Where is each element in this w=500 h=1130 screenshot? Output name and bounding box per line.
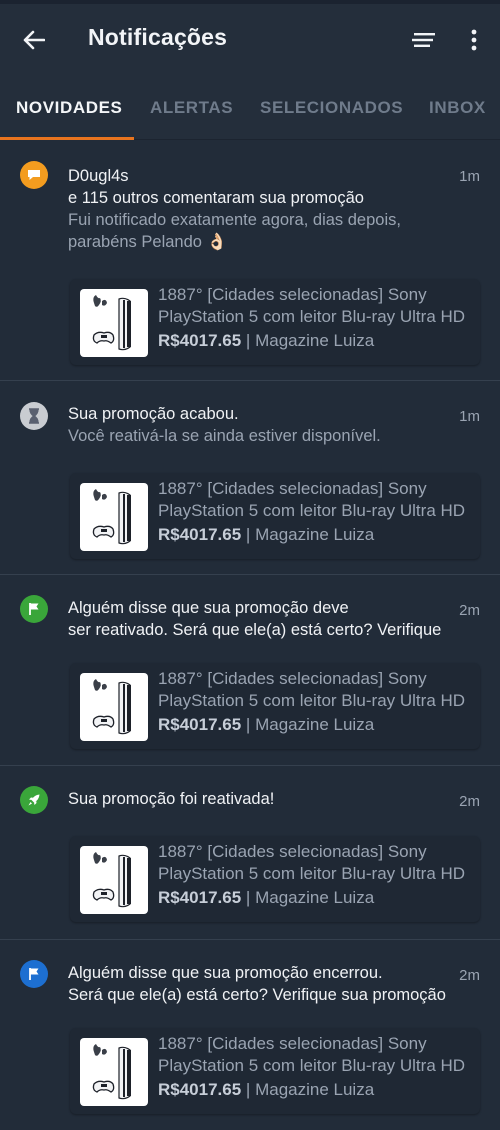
- separator: |: [245, 331, 251, 350]
- deal-store: Magazine Luiza: [255, 715, 375, 734]
- notification-item[interactable]: Alguém disse que sua promoção encerrou. …: [0, 940, 500, 1130]
- product-thumbnail: [80, 673, 148, 741]
- notification-item[interactable]: Sua promoção foi reativada! 2m 1887° [Ci…: [0, 766, 500, 940]
- tab-bar: NOVIDADES ALERTAS SELECIONADOS INBOX: [0, 76, 500, 140]
- notification-item[interactable]: Sua promoção acabou. Você reativá-la se …: [0, 381, 500, 575]
- deal-title-line: PlayStation 5 com leitor Blu-ray Ultra H…: [158, 691, 466, 710]
- product-thumbnail: [80, 846, 148, 914]
- tab-alertas[interactable]: ALERTAS: [150, 98, 233, 118]
- deal-card[interactable]: 1887° [Cidades selecionadas] Sony PlaySt…: [70, 279, 480, 365]
- sort-lines-icon: [412, 33, 435, 47]
- deal-title-line: PlayStation 5 com leitor Blu-ray Ultra H…: [158, 501, 466, 520]
- separator: |: [245, 715, 251, 734]
- deal-price: R$4017.65: [158, 1080, 242, 1099]
- notification-time: 1m: [459, 408, 480, 425]
- tab-selecionados[interactable]: SELECIONADOS: [260, 98, 403, 118]
- rocket-icon: [28, 794, 40, 806]
- tab-inbox[interactable]: INBOX: [429, 98, 486, 118]
- product-thumbnail: [80, 483, 148, 551]
- more-vertical-icon: [471, 29, 477, 51]
- tab-novidades[interactable]: NOVIDADES: [16, 98, 122, 118]
- flag-badge: [20, 960, 48, 988]
- notification-message-line: Será que ele(a) está certo? Verifique su…: [68, 986, 446, 1004]
- playstation-image-icon: [92, 852, 131, 908]
- comment-preview-line: parabéns Pelando 👌🏻: [68, 233, 228, 251]
- back-button[interactable]: [18, 24, 50, 56]
- page-title: Notificações: [88, 24, 228, 50]
- separator: |: [245, 888, 251, 907]
- notification-message: Sua promoção foi reativada!: [68, 790, 275, 808]
- deal-price: R$4017.65: [158, 331, 242, 350]
- product-thumbnail: [80, 1038, 148, 1106]
- expired-badge: [20, 402, 48, 430]
- flag-icon: [29, 968, 39, 980]
- comment-preview-line: Fui notificado exatamente agora, dias de…: [68, 211, 401, 229]
- comment-badge: [20, 161, 48, 189]
- deal-card[interactable]: 1887° [Cidades selecionadas] Sony PlaySt…: [70, 836, 480, 922]
- arrow-left-icon: [23, 30, 45, 50]
- filter-button[interactable]: [408, 26, 438, 54]
- playstation-image-icon: [92, 295, 131, 351]
- notification-time: 2m: [459, 793, 480, 810]
- playstation-image-icon: [92, 489, 131, 545]
- deal-price: R$4017.65: [158, 525, 242, 544]
- product-thumbnail: [80, 289, 148, 357]
- notification-detail: Você reativá-la se ainda estiver disponí…: [68, 427, 381, 445]
- deal-title-line: 1887° [Cidades selecionadas] Sony: [158, 479, 427, 498]
- flag-badge: [20, 595, 48, 623]
- playstation-image-icon: [92, 679, 131, 735]
- notification-message: Sua promoção acabou.: [68, 405, 239, 423]
- deal-title-line: 1887° [Cidades selecionadas] Sony: [158, 285, 427, 304]
- notification-message-line: ser reativado. Será que ele(a) está cert…: [68, 621, 442, 639]
- notification-message: Alguém disse que sua promoção encerrou.: [68, 964, 383, 982]
- deal-card[interactable]: 1887° [Cidades selecionadas] Sony PlaySt…: [70, 663, 480, 749]
- deal-price: R$4017.65: [158, 715, 242, 734]
- deal-card[interactable]: 1887° [Cidades selecionadas] Sony PlaySt…: [70, 1028, 480, 1114]
- more-options-button[interactable]: [460, 26, 488, 54]
- deal-store: Magazine Luiza: [255, 331, 375, 350]
- deal-title-line: PlayStation 5 com leitor Blu-ray Ultra H…: [158, 1056, 466, 1075]
- deal-title-line: 1887° [Cidades selecionadas] Sony: [158, 842, 427, 861]
- notification-time: 2m: [459, 602, 480, 619]
- rocket-badge: [20, 786, 48, 814]
- deal-price: R$4017.65: [158, 888, 242, 907]
- deal-store: Magazine Luiza: [255, 888, 375, 907]
- playstation-image-icon: [92, 1044, 131, 1100]
- deal-store: Magazine Luiza: [255, 1080, 375, 1099]
- notification-user: D0ugl4s: [68, 167, 129, 185]
- deal-title-line: PlayStation 5 com leitor Blu-ray Ultra H…: [158, 307, 466, 326]
- deal-title-line: 1887° [Cidades selecionadas] Sony: [158, 1034, 427, 1053]
- notification-item[interactable]: D0ugl4s e 115 outros comentaram sua prom…: [0, 141, 500, 381]
- notification-time: 2m: [459, 967, 480, 984]
- deal-title-line: PlayStation 5 com leitor Blu-ray Ultra H…: [158, 864, 466, 883]
- notification-message: e 115 outros comentaram sua promoção: [68, 189, 364, 207]
- separator: |: [245, 525, 251, 544]
- separator: |: [245, 1080, 251, 1099]
- deal-title-line: 1887° [Cidades selecionadas] Sony: [158, 669, 427, 688]
- notification-item[interactable]: Alguém disse que sua promoção deve ser r…: [0, 575, 500, 766]
- comment-icon: [28, 170, 40, 180]
- notification-time: 1m: [459, 168, 480, 185]
- flag-icon: [29, 603, 39, 615]
- notification-message: Alguém disse que sua promoção deve: [68, 599, 349, 617]
- app-bar: Notificações: [0, 4, 500, 76]
- hourglass-icon: [29, 408, 39, 424]
- active-tab-indicator: [0, 137, 134, 140]
- deal-card[interactable]: 1887° [Cidades selecionadas] Sony PlaySt…: [70, 473, 480, 559]
- deal-store: Magazine Luiza: [255, 525, 375, 544]
